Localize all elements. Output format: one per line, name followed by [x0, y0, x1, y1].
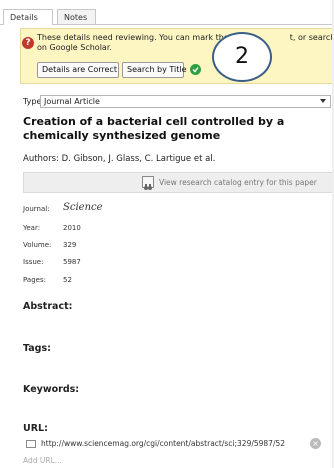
notice-line2: on Google Scholar.: [37, 43, 112, 52]
abstract-heading: Abstract:: [23, 301, 73, 312]
issue-label: Issue:: [23, 258, 44, 266]
pages-label: Pages:: [23, 276, 46, 284]
chevron-down-icon: [320, 99, 326, 103]
remove-url-icon[interactable]: ×: [310, 438, 321, 449]
tab-notes[interactable]: Notes: [57, 9, 96, 24]
issue-value: 5987: [63, 258, 81, 266]
catalog-entry-button[interactable]: View research catalog entry for this pap…: [23, 172, 333, 193]
tags-heading: Tags:: [23, 343, 51, 354]
notice-line1-end: t, or search by tit: [289, 33, 333, 42]
year-value: 2010: [63, 224, 81, 232]
url-link[interactable]: http://www.sciencemag.org/cgi/content/ab…: [41, 439, 285, 448]
notice-line1: These details need reviewing. You can ma…: [37, 33, 229, 42]
add-url-link[interactable]: Add URL...: [23, 456, 62, 465]
keywords-heading: Keywords:: [23, 384, 80, 395]
journal-value: Science: [63, 202, 103, 213]
volume-value: 329: [63, 241, 77, 249]
type-select[interactable]: Journal Article: [40, 95, 331, 108]
catalog-entry-label: View research catalog entry for this pap…: [159, 178, 317, 187]
tab-details[interactable]: Details: [3, 9, 53, 25]
warning-icon: ?: [22, 37, 34, 49]
pages-value: 52: [63, 276, 72, 284]
checkmark-icon: [190, 64, 201, 75]
authors: Authors: D. Gibson, J. Glass, C. Lartigu…: [23, 154, 215, 164]
search-by-title-button[interactable]: Search by Title: [122, 62, 187, 78]
year-label: Year:: [23, 224, 41, 232]
authors-label: Authors:: [23, 154, 59, 164]
type-value: Journal Article: [44, 97, 100, 106]
binoculars-icon: [142, 176, 154, 190]
step-number-badge: 2: [212, 32, 272, 82]
link-icon: [26, 440, 36, 448]
notice-text: These details need reviewing. You can ma…: [37, 33, 333, 53]
journal-label: Journal:: [23, 205, 50, 213]
url-heading: URL:: [23, 423, 48, 434]
volume-label: Volume:: [23, 241, 52, 249]
details-correct-button[interactable]: Details are Correct: [37, 62, 119, 78]
paper-title: Creation of a bacterial cell controlled …: [23, 115, 285, 142]
authors-value: D. Gibson, J. Glass, C. Lartigue et al.: [61, 154, 216, 164]
